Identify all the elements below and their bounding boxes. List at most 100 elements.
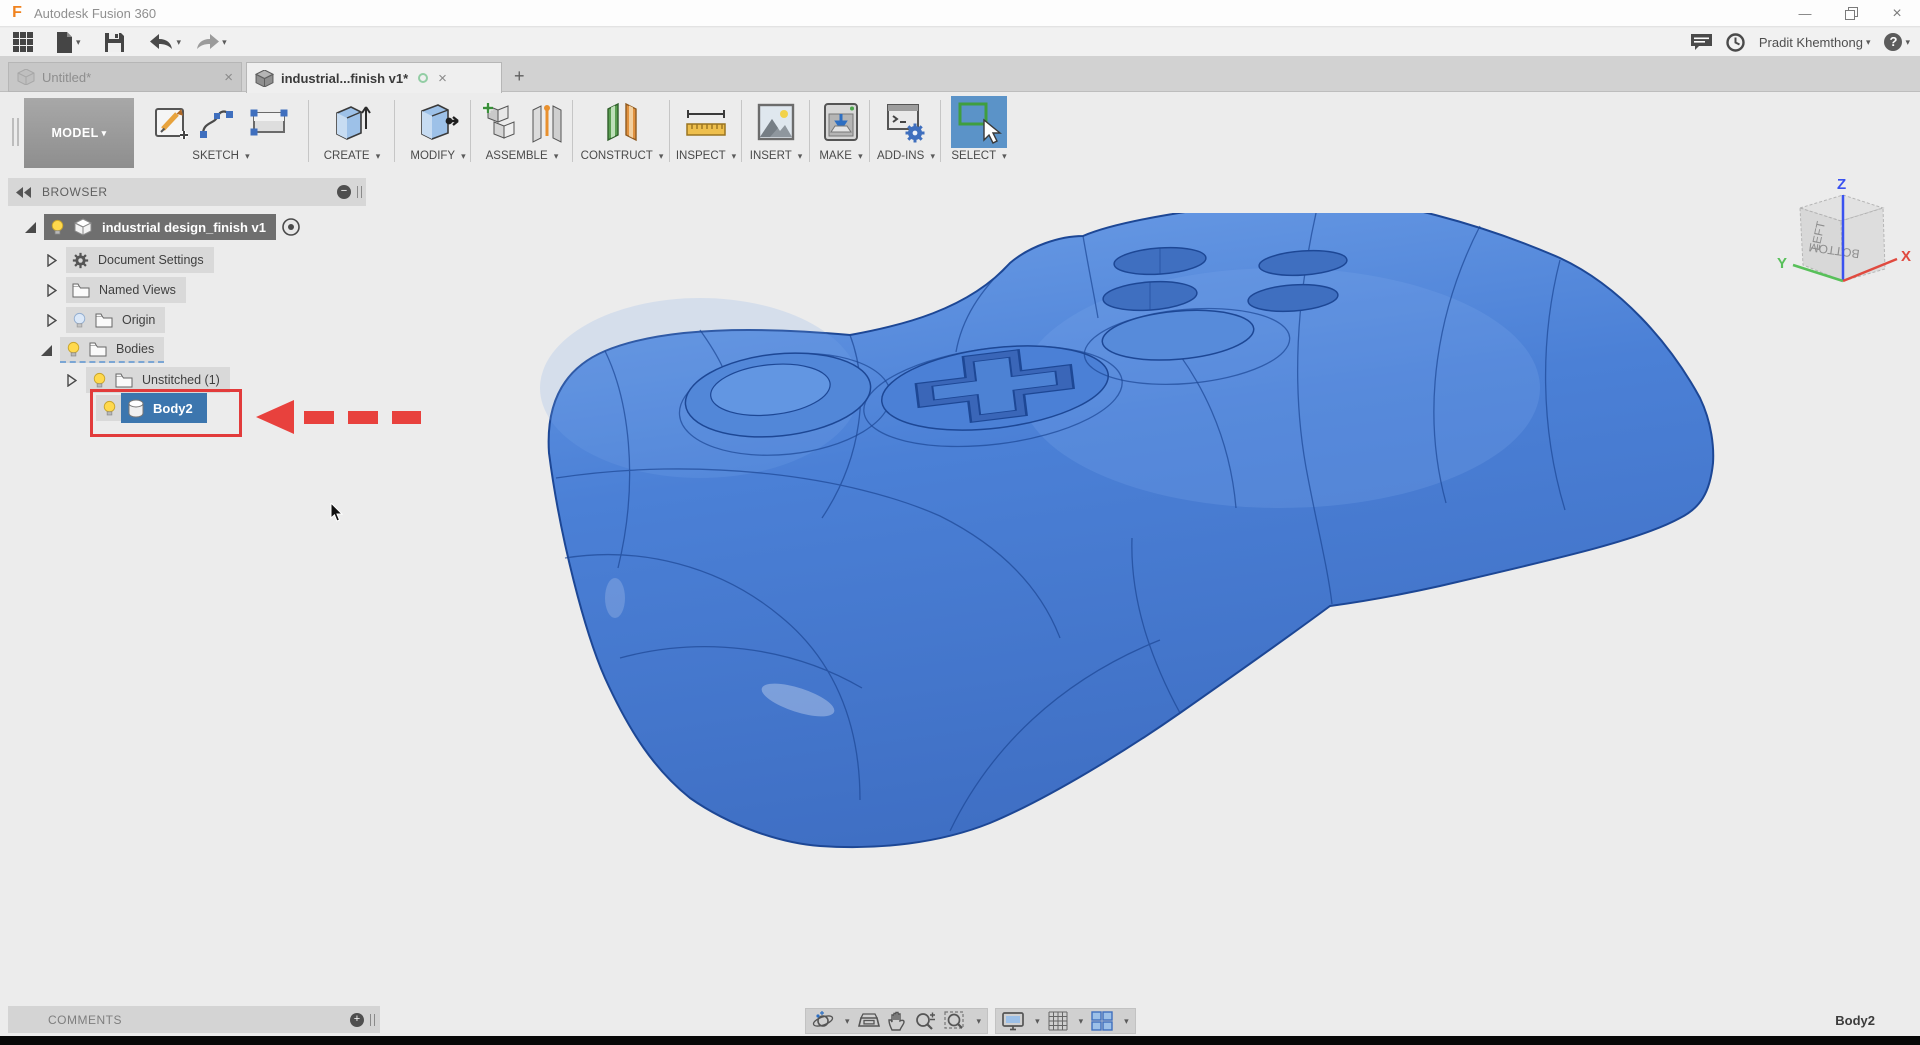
scripts-addins-icon[interactable] (884, 100, 928, 144)
viewcube-x-axis-label: X (1901, 248, 1911, 265)
viewports-caret-icon[interactable]: ▾ (1124, 1016, 1129, 1027)
viewcube-y-axis-label: Y (1777, 255, 1787, 272)
browser-panel-header[interactable]: BROWSER − (8, 178, 366, 206)
tree-row-bodies[interactable]: Bodies (38, 337, 164, 363)
tree-item-label: Document Settings (98, 253, 204, 267)
browser-display-toggle-icon[interactable]: − (337, 185, 351, 199)
pan-icon[interactable] (888, 1011, 906, 1031)
ribbon-group-label[interactable]: ASSEMBLE ▾ (486, 150, 559, 162)
redo-caret-icon[interactable]: ▾ (222, 37, 227, 48)
display-settings-caret-icon[interactable]: ▾ (1035, 1016, 1040, 1027)
clock-history-icon[interactable] (1726, 29, 1745, 55)
sync-status-icon[interactable] (418, 73, 428, 83)
collapsed-triangle-icon[interactable] (44, 314, 60, 327)
collapsed-triangle-icon[interactable] (44, 284, 60, 297)
new-tab-button[interactable]: + (514, 66, 525, 87)
add-comment-icon[interactable]: + (350, 1013, 364, 1027)
new-component-icon[interactable] (480, 100, 522, 144)
bulb-on-icon[interactable] (92, 372, 107, 389)
ribbon-group-label[interactable]: ADD-INS ▾ (877, 150, 935, 162)
activate-radio-icon[interactable] (281, 217, 301, 237)
joint-icon[interactable] (529, 100, 565, 144)
tab-close-icon[interactable]: × (224, 69, 233, 86)
minimize-button[interactable]: — (1782, 0, 1828, 27)
file-menu-button[interactable]: ▾ (56, 29, 81, 55)
insert-image-icon[interactable] (755, 101, 797, 143)
bulb-on-icon[interactable] (50, 219, 65, 236)
comment-bubble-icon[interactable] (1691, 29, 1712, 55)
extrude-icon[interactable] (331, 99, 373, 145)
ribbon-group-label[interactable]: CREATE ▾ (324, 150, 381, 162)
view-cube[interactable]: LEFT BOTTOM Z Y X (1775, 113, 1915, 293)
expanded-triangle-icon[interactable] (22, 221, 38, 234)
redo-button[interactable]: ▾ (195, 29, 227, 55)
close-button[interactable]: × (1874, 0, 1920, 27)
workspace-selector[interactable]: MODEL ▾ (24, 98, 134, 168)
bulb-on-icon[interactable] (66, 341, 81, 358)
collapsed-triangle-icon[interactable] (64, 374, 80, 387)
window-zoom-caret-icon[interactable]: ▾ (977, 1016, 982, 1027)
browser-panel-title: BROWSER (42, 185, 108, 199)
display-settings-icon[interactable] (1002, 1012, 1024, 1031)
grid-display-icon[interactable] (1048, 1011, 1068, 1031)
ribbon-group-label[interactable]: INSERT ▾ (750, 150, 803, 162)
ribbon-group-label[interactable]: MAKE ▾ (819, 150, 862, 162)
tab-industrial-finish[interactable]: industrial...finish v1* × (246, 62, 502, 93)
user-name: Pradit Khemthong (1759, 35, 1863, 50)
ribbon-group-label[interactable]: SKETCH ▾ (192, 150, 249, 162)
workspace-caret-icon: ▾ (102, 128, 107, 139)
tree-item-label: Named Views (99, 283, 176, 297)
browser-resize-handle[interactable] (357, 186, 362, 198)
save-button[interactable] (105, 29, 124, 55)
restore-button[interactable] (1828, 0, 1874, 27)
tree-row-document-settings[interactable]: Document Settings (44, 247, 214, 273)
press-pull-icon[interactable] (416, 99, 460, 145)
bulb-off-icon[interactable] (72, 312, 87, 329)
undo-button[interactable]: ▾ (150, 29, 182, 55)
tree-row-origin[interactable]: Origin (44, 307, 165, 333)
viewcube-z-axis-label: Z (1837, 176, 1846, 193)
controller-body-model[interactable] (440, 213, 1740, 913)
window-zoom-icon[interactable] (944, 1011, 966, 1031)
red-arrow-annotation (256, 398, 421, 436)
spline-icon[interactable] (199, 102, 241, 142)
orbit-caret-icon[interactable]: ▾ (845, 1016, 850, 1027)
construction-plane-icon[interactable] (600, 99, 644, 145)
help-caret-icon: ▾ (1905, 37, 1910, 48)
ribbon-group-label[interactable]: INSPECT ▾ (676, 150, 736, 162)
viewports-icon[interactable] (1091, 1011, 1113, 1031)
ribbon-group-modify: MODIFY ▾ (398, 95, 478, 162)
red-highlight-box (90, 389, 242, 437)
tab-close-icon[interactable]: × (438, 70, 447, 87)
look-at-icon[interactable] (858, 1012, 880, 1030)
data-panel-grid-icon[interactable] (12, 29, 34, 55)
3d-viewport[interactable]: LEFT BOTTOM Z Y X BROWSER − (0, 173, 1920, 1036)
tab-untitled[interactable]: Untitled* × (8, 62, 242, 92)
tree-row-named-views[interactable]: Named Views (44, 277, 186, 303)
orbit-icon[interactable] (812, 1011, 834, 1031)
file-menu-caret-icon: ▾ (76, 37, 81, 48)
account-menu[interactable]: Pradit Khemthong ▾ (1759, 29, 1871, 55)
comments-panel-header[interactable]: COMMENTS + (8, 1006, 380, 1033)
measure-icon[interactable] (682, 102, 730, 142)
collapse-browser-icon[interactable] (16, 187, 32, 198)
expanded-triangle-icon[interactable] (38, 344, 54, 357)
tree-row-root[interactable]: industrial design_finish v1 (22, 214, 301, 240)
ribbon-group-label[interactable]: SELECT ▾ (951, 150, 1006, 162)
ribbon-group-label[interactable]: CONSTRUCT ▾ (581, 150, 664, 162)
toolbar-grip-handle[interactable] (12, 118, 19, 146)
folder-icon (72, 283, 90, 298)
3d-print-icon[interactable] (820, 100, 862, 144)
help-menu[interactable]: ? ▾ (1884, 29, 1910, 55)
zoom-icon[interactable] (914, 1011, 936, 1031)
select-window-icon[interactable] (951, 96, 1007, 148)
create-sketch-icon[interactable] (152, 102, 192, 142)
grid-caret-icon[interactable]: ▾ (1079, 1016, 1084, 1027)
status-selection-label: Body2 (1835, 1013, 1875, 1028)
collapsed-triangle-icon[interactable] (44, 254, 60, 267)
bottom-edge-strip (0, 1036, 1920, 1045)
rectangle-icon[interactable] (248, 102, 290, 142)
undo-caret-icon[interactable]: ▾ (177, 37, 182, 48)
ribbon-group-label[interactable]: MODIFY ▾ (410, 150, 465, 162)
comments-resize-handle[interactable] (370, 1014, 375, 1026)
